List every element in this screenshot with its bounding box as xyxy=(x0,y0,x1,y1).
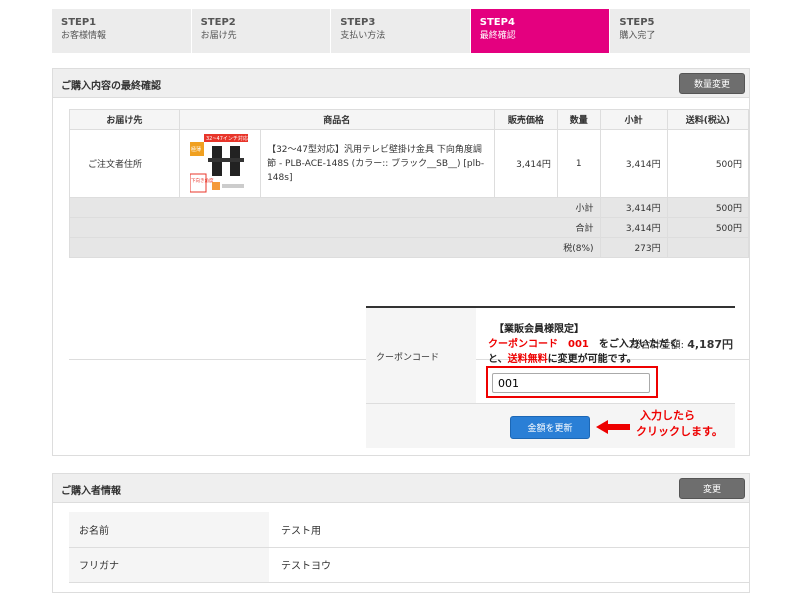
red-arrow-icon xyxy=(596,420,630,434)
step-label: 最終確認 xyxy=(479,31,516,41)
product-thumbnail[interactable]: 32~47インチ対応 極薄 下向き角度 xyxy=(189,133,250,194)
col-product: 商品名 xyxy=(178,109,495,130)
summary-amount: 273円 xyxy=(599,237,668,258)
col-shipping: 送料(税込) xyxy=(666,109,750,130)
step-progress: STEP1 お客様情報 STEP2 お届け先 STEP3 支払い方法 STEP4 最終確… xyxy=(52,9,750,53)
summary-label: 税(8%) xyxy=(69,237,601,258)
thumb-tag-thin: 極薄 xyxy=(191,146,201,153)
note-line-2: クーポンコード 001 をご入力いただく xyxy=(488,337,679,352)
table-row: お名前 テスト用 xyxy=(69,512,749,548)
summary-row-total: 合計 3,414円 500円 xyxy=(69,217,750,238)
update-amount-button[interactable]: 金額を更新 xyxy=(510,416,590,439)
step-number: STEP4 xyxy=(479,17,515,28)
table-row: フリガナ テストヨウ xyxy=(69,547,749,583)
table-row: ご注文者住所 32~47インチ対応 極薄 下向き角度 【32～47型対応】汎用テ… xyxy=(69,129,750,198)
step-5: STEP5 購入完了 xyxy=(610,9,750,53)
hint-line-1: 入力したら xyxy=(640,409,695,422)
note-line-3: と、送料無料に変更が可能です。 xyxy=(488,352,679,367)
step-label: お届け先 xyxy=(200,31,237,41)
col-qty: 数量 xyxy=(556,109,601,130)
buyer-info-section: ご購入者情報 変更 お名前 テスト用 フリガナ テストヨウ xyxy=(52,473,750,593)
order-table: お届け先 商品名 販売価格 数量 小計 送料(税込) ご注文者住所 32~47イ… xyxy=(69,109,750,258)
buyer-table: お名前 テスト用 フリガナ テストヨウ xyxy=(69,512,749,583)
item-subtotal: 3,414円 xyxy=(599,129,668,198)
summary-label: 合計 xyxy=(69,217,601,238)
step-label: 購入完了 xyxy=(619,31,656,41)
note-text: をご入力いただく xyxy=(588,339,679,350)
table-header-row: お届け先 商品名 販売価格 数量 小計 送料(税込) xyxy=(69,109,750,130)
thumb-tag-angle: 下向き角度 xyxy=(191,177,214,184)
thumb-badge: 32~47インチ対応 xyxy=(206,135,248,142)
item-qty: 1 xyxy=(556,129,601,198)
hint-line-2: クリックします。 xyxy=(636,425,723,438)
coupon-section: クーポンコード 【業販会員様限定】 クーポンコード 001 をご入力いただく と… xyxy=(366,306,735,448)
note-code: クーポンコード 001 xyxy=(488,339,589,350)
coupon-code-input[interactable] xyxy=(492,373,650,393)
instruction-hint: 入力したら クリックします。 xyxy=(636,408,723,440)
note-text: に変更が可能です。 xyxy=(547,354,637,365)
change-quantity-button[interactable]: 数量変更 xyxy=(679,73,745,94)
tv-mount-image: 32~47インチ対応 極薄 下向き角度 xyxy=(189,133,248,192)
note-text: と、 xyxy=(488,354,508,365)
note-free-shipping: 送料無料 xyxy=(507,354,548,365)
item-price: 3,414円 xyxy=(493,129,558,198)
col-subtotal: 小計 xyxy=(599,109,668,130)
step-1: STEP1 お客様情報 xyxy=(52,9,192,53)
item-destination: ご注文者住所 xyxy=(69,129,180,198)
summary-row-subtotal: 小計 3,414円 500円 xyxy=(69,197,750,218)
note-line-1: 【業販会員様限定】 xyxy=(494,324,584,335)
summary-shipping: 500円 xyxy=(666,197,750,218)
step-4-current: STEP4 最終確認 xyxy=(470,9,611,53)
step-number: STEP5 xyxy=(619,17,655,28)
coupon-body: 【業販会員様限定】 クーポンコード 001 をご入力いただく と、送料無料に変更… xyxy=(476,308,735,404)
field-label: お名前 xyxy=(69,512,269,548)
highlight-frame xyxy=(486,366,658,398)
summary-shipping: 500円 xyxy=(666,217,750,238)
step-3: STEP3 支払い方法 xyxy=(331,9,471,53)
col-price: 販売価格 xyxy=(493,109,558,130)
section-header: ご購入者情報 変更 xyxy=(53,474,749,503)
summary-row-tax: 税(8%) 273円 xyxy=(69,237,750,258)
summary-shipping xyxy=(666,237,750,258)
step-number: STEP3 xyxy=(340,17,376,28)
summary-label: 小計 xyxy=(69,197,601,218)
section-title: ご購入内容の最終確認 xyxy=(61,81,161,92)
coupon-note: 【業販会員様限定】 クーポンコード 001 をご入力いただく と、送料無料に変更… xyxy=(488,322,679,367)
product-name: 【32～47型対応】汎用テレビ壁掛け金具 下向角度調節 - PLB-ACE-14… xyxy=(260,129,495,198)
summary-amount: 3,414円 xyxy=(599,197,668,218)
section-title: ご購入者情報 xyxy=(61,486,121,497)
step-label: お客様情報 xyxy=(61,31,107,41)
step-label: 支払い方法 xyxy=(340,31,386,41)
step-number: STEP2 xyxy=(200,17,236,28)
summary-amount: 3,414円 xyxy=(599,217,668,238)
coupon-label: クーポンコード xyxy=(366,308,476,404)
step-number: STEP1 xyxy=(61,17,97,28)
section-header: ご購入内容の最終確認 数量変更 xyxy=(53,69,749,98)
change-buyer-button[interactable]: 変更 xyxy=(679,478,745,499)
col-destination: お届け先 xyxy=(69,109,180,130)
field-value: テスト用 xyxy=(269,512,749,548)
item-shipping: 500円 xyxy=(666,129,750,198)
field-value: テストヨウ xyxy=(269,547,749,583)
product-thumbnail-cell: 32~47インチ対応 極薄 下向き角度 xyxy=(178,129,262,198)
field-label: フリガナ xyxy=(69,547,269,583)
step-2: STEP2 お届け先 xyxy=(192,9,332,53)
